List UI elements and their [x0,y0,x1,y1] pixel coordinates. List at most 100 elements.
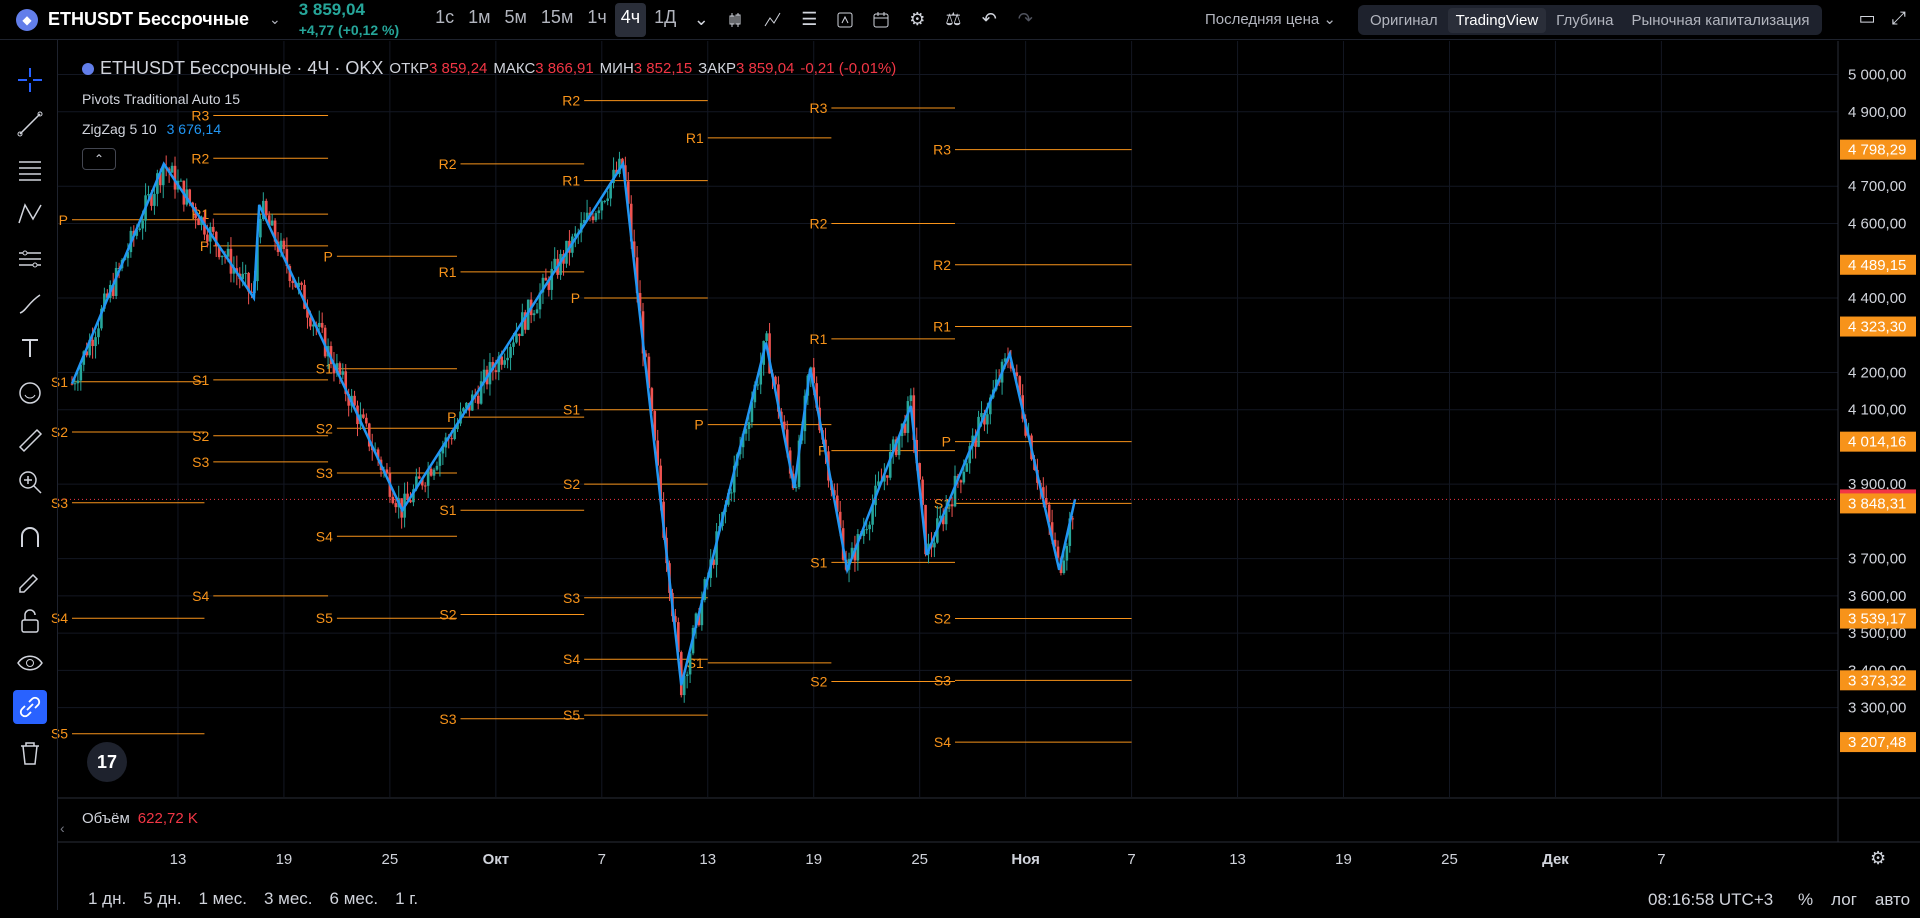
fib-icon[interactable] [13,152,47,186]
candle-body [518,333,521,336]
view-depth[interactable]: Глубина [1548,8,1621,33]
range-1d[interactable]: 1 дн. [88,889,126,909]
candle-body [986,414,989,425]
eye-icon[interactable] [13,646,47,680]
candle-body [886,475,889,478]
interval-5m[interactable]: 5м [499,3,533,37]
price-badge-label: 3 373,32 [1848,672,1906,689]
replay-icon[interactable] [828,3,862,37]
symbol-selector[interactable]: ◆ ETHUSDT Бессрочные ⌄ [0,0,281,40]
collapse-legend-button[interactable]: ⌃ [82,148,116,170]
range-1m[interactable]: 1 мес. [198,889,247,909]
pivot-label-r1: R1 [562,173,580,189]
pivot-label-r3: R3 [933,142,951,158]
pivot-period-0: PS1S2S3S4S5 [51,212,205,742]
range-1y[interactable]: 1 г. [395,889,418,909]
time-tick-label: Окт [483,851,510,868]
candle-body [606,198,609,201]
interval-15m[interactable]: 15м [535,3,579,37]
indicator-zigzag[interactable]: ZigZag 5 10 3 676,14 [82,121,221,137]
view-market-cap[interactable]: Рыночная капитализация [1623,8,1817,33]
chevron-down-icon: ⌄ [1323,11,1336,28]
redo-icon[interactable]: ↷ [1008,3,1042,37]
clock[interactable]: 08:16:58 UTC+3 [1648,890,1773,910]
price-tick-label: 4 400,00 [1848,290,1906,307]
zoom-in-icon[interactable] [13,465,47,499]
price-mode-dropdown[interactable]: Последняя цена ⌄ [1205,10,1336,28]
chevron-up-icon: ⌃ [93,152,105,166]
current-price: 3 859,04 [298,0,365,19]
fullscreen-icon[interactable]: ⤢ [1892,8,1906,29]
pattern-icon[interactable] [13,197,47,231]
price-badge-label: 3 207,48 [1848,734,1906,751]
range-5d[interactable]: 5 дн. [143,889,181,909]
interval-1m[interactable]: 1м [462,3,496,37]
range-6m[interactable]: 6 мес. [330,889,379,909]
indicator-pivots[interactable]: Pivots Traditional Auto 15 [82,91,240,107]
open-value: 3 859,24 [428,60,488,77]
candle-body [965,463,969,472]
time-tick-label: 19 [1335,851,1352,868]
tradingview-logo[interactable]: 17 [87,742,127,782]
pivot-label-s1: S1 [810,554,827,570]
scale-options: % лог авто [1798,890,1910,910]
window-icon[interactable]: ▭ [1859,8,1876,29]
settings-icon[interactable]: ⚙ [1870,848,1886,869]
pivot-label-s5: S5 [316,610,333,626]
app: P S1 S2 S3 S4 S5 R3 R2 R1 P S1 S2 S3 S4 P S1 S2 S3 S4 S5 R2 R… [0,0,1920,918]
chevron-down-icon[interactable]: ⌄ [684,3,718,37]
magnet-icon[interactable] [13,520,47,554]
candle-body [94,337,97,347]
pivot-label-s2: S2 [563,476,580,492]
emoji-icon[interactable] [13,376,47,410]
view-switcher: Оригинал TradingView Глубина Рыночная ка… [1358,5,1822,35]
symbol-name[interactable]: ETHUSDT Бессрочные [48,9,249,30]
lock-icon[interactable] [13,604,47,638]
candle-body [435,465,439,470]
interval-4h[interactable]: 4ч [614,2,647,37]
candle-body [950,504,954,507]
undo-icon[interactable]: ↶ [972,3,1006,37]
brush-icon[interactable] [13,286,47,320]
candle-body [391,496,395,504]
view-tradingview[interactable]: TradingView [1447,7,1547,33]
settings-icon[interactable]: ⚙ [900,3,934,37]
auto-toggle[interactable]: авто [1875,890,1910,910]
trend-line-icon[interactable] [13,107,47,141]
range-3m[interactable]: 3 мес. [264,889,313,909]
interval-1h[interactable]: 1ч [581,3,612,37]
compare-icon[interactable]: ⚖ [936,3,970,37]
crosshair-icon[interactable] [13,63,47,97]
indicators-icon[interactable] [756,3,790,37]
candles-icon[interactable] [720,3,754,37]
zigzag-value: 3 676,14 [166,121,222,137]
time-tick-label: 7 [598,851,606,868]
percent-toggle[interactable]: % [1798,890,1813,910]
candle-body [603,200,607,202]
pivot-label-r1: R1 [686,130,704,146]
ruler-icon[interactable] [13,423,47,457]
candle-body [282,240,286,250]
forecast-icon[interactable] [13,242,47,276]
log-toggle[interactable]: лог [1831,890,1857,910]
edit-lock-icon[interactable] [13,562,47,596]
candle-body [597,210,601,214]
menu-icon[interactable]: ☰ [792,3,826,37]
view-original[interactable]: Оригинал [1362,8,1446,33]
collapse-toolbar-icon[interactable]: ‹ [60,820,65,836]
chevron-down-icon[interactable]: ⌄ [269,11,281,28]
candle-body [270,220,274,226]
price-tick-label: 3 600,00 [1848,588,1906,605]
calendar-icon[interactable] [864,3,898,37]
trash-icon[interactable] [13,736,47,770]
interval-1d[interactable]: 1Д [648,3,682,37]
volume-value: 622,72 K [137,810,198,827]
link-icon[interactable] [13,690,47,724]
chart-canvas[interactable]: PS1S2S3S4S5R3R2R1PS1S2S3S4PS1S2S3S4S5R2R… [0,0,1920,918]
close-value: 3 859,04 [735,60,795,77]
time-tick-label: Ноя [1011,851,1040,868]
text-icon[interactable] [13,331,47,365]
interval-1s[interactable]: 1с [429,3,460,37]
price-tick-label: 4 900,00 [1848,104,1906,121]
candle-body [450,438,453,440]
